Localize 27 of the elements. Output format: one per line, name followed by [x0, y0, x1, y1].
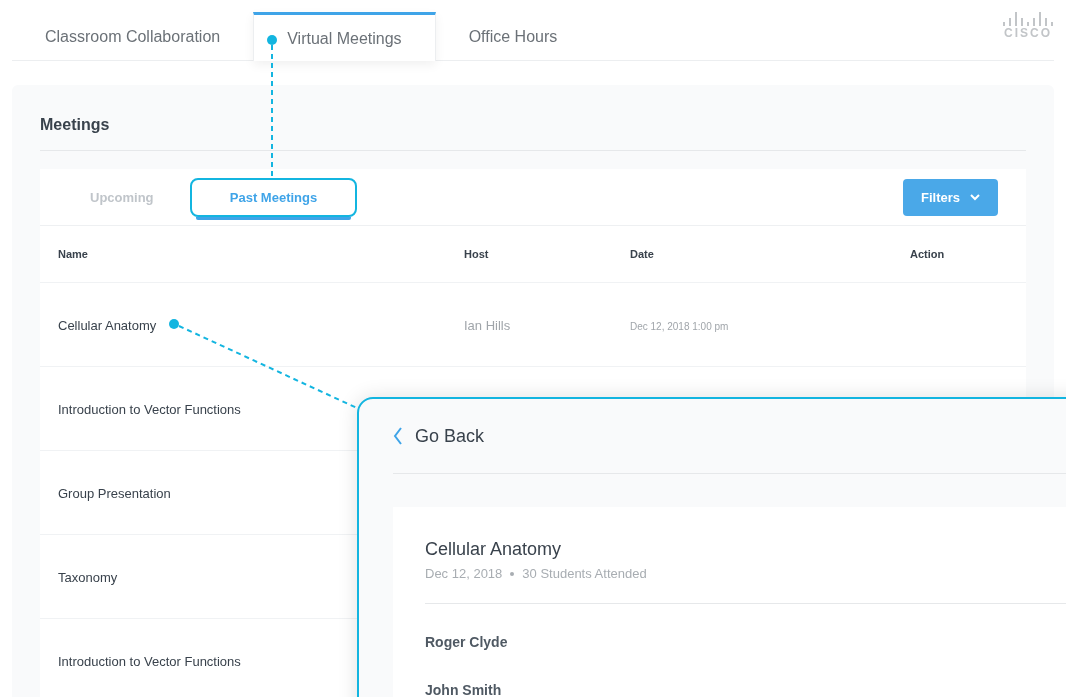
column-header: Date [630, 248, 655, 260]
back-link[interactable]: Go Back [393, 425, 485, 447]
column-header: Name [58, 248, 89, 260]
chevron-left-icon [393, 427, 403, 445]
attendee-name: Roger Clyde [425, 633, 509, 652]
attendance-count: 30 Students Attended [522, 566, 647, 581]
attendee-name: John Smith [425, 681, 503, 697]
table-cell: Ian Hills [464, 317, 511, 333]
table-cell: Taxonomy [58, 569, 118, 585]
chevron-down-icon [970, 193, 980, 201]
table-cell: Dec 12, 2018 1:00 pm [630, 320, 729, 332]
nav-tab[interactable]: Virtual Meetings [253, 12, 436, 61]
bullet-icon [510, 571, 515, 576]
column-header: Host [464, 248, 490, 260]
logo: CISCO [1002, 0, 1054, 60]
meeting-title: Cellular Anatomy [425, 539, 563, 560]
meeting-date: Dec 12, 2018 [425, 566, 503, 581]
table-cell: Introduction to Vector Functions [58, 401, 241, 417]
filters-button[interactable]: Filters [903, 178, 998, 216]
table-cell: Introduction to Vector Functions [58, 653, 241, 669]
tab[interactable]: Past Meetings [190, 177, 357, 217]
nav-tab[interactable]: Office Hours [449, 12, 577, 60]
table-cell: Group Presentation [58, 485, 171, 501]
table-cell: Cellular Anatomy [58, 317, 157, 333]
section-title: Meetings [40, 85, 1026, 151]
column-header: Action [910, 248, 945, 260]
nav-tab[interactable]: Classroom Collaboration [26, 12, 240, 60]
